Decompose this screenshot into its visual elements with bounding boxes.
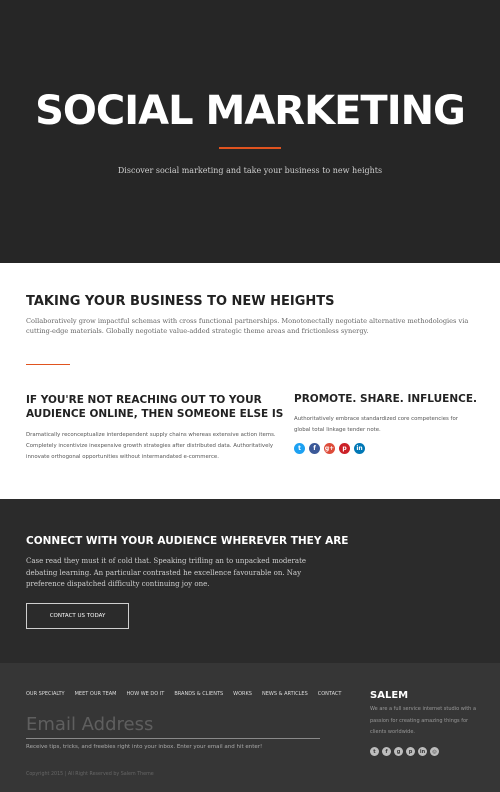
- connect-title: CONNECT WITH YOUR AUDIENCE WHEREVER THEY…: [26, 535, 349, 547]
- intro-title: TAKING YOUR BUSINESS TO NEW HEIGHTS: [26, 294, 335, 309]
- copyright-text: Copyright 2015 | All Right Reserved by S…: [26, 772, 154, 777]
- hero-subtitle: Discover social marketing and take your …: [117, 166, 383, 175]
- twitter-icon[interactable]: t: [370, 747, 379, 756]
- google-plus-icon[interactable]: g: [394, 747, 403, 756]
- linkedin-icon[interactable]: in: [354, 443, 365, 454]
- footer-nav-item[interactable]: WORKS: [233, 691, 252, 697]
- audience-heading: IF YOU'RE NOT REACHING OUT TO YOUR AUDIE…: [26, 394, 284, 420]
- google-plus-icon[interactable]: g+: [324, 443, 335, 454]
- facebook-icon[interactable]: f: [382, 747, 391, 756]
- footer-nav: OUR SPECIALTY MEET OUR TEAM HOW WE DO IT BR…: [26, 691, 341, 697]
- connect-text: Case read they must it of cold that. Spe…: [26, 557, 307, 588]
- footer-nav-item[interactable]: NEWS & ARTICLES: [262, 691, 308, 697]
- linkedin-icon[interactable]: in: [418, 747, 427, 756]
- contact-us-button[interactable]: CONTACT US TODAY: [26, 603, 129, 629]
- footer-brand-text: We are a full service internet studio wi…: [370, 706, 477, 735]
- promote-heading: PROMOTE. SHARE. INFLUENCE.: [294, 393, 477, 405]
- footer-nav-item[interactable]: CONTACT: [318, 691, 342, 697]
- footer-nav-item[interactable]: MEET OUR TEAM: [75, 691, 117, 697]
- social-icons: t f g+ p in: [294, 443, 365, 454]
- intro-divider: [26, 364, 70, 365]
- facebook-icon[interactable]: f: [309, 443, 320, 454]
- footer-nav-item[interactable]: BRANDS & CLIENTS: [174, 691, 223, 697]
- audience-text: Dramatically reconceptualize interdepend…: [26, 432, 276, 460]
- newsletter-note: Receive tips, tricks, and freebies right…: [26, 744, 263, 750]
- promote-text: Authoritatively embrace standardized cor…: [294, 416, 458, 433]
- twitter-icon[interactable]: t: [294, 443, 305, 454]
- email-input[interactable]: [26, 711, 320, 739]
- pinterest-icon[interactable]: p: [339, 443, 350, 454]
- footer-nav-item[interactable]: OUR SPECIALTY: [26, 691, 65, 697]
- footer-nav-item[interactable]: HOW WE DO IT: [127, 691, 165, 697]
- dribbble-icon[interactable]: ◎: [430, 747, 439, 756]
- hero-title: SOCIAL MARKETING: [35, 88, 466, 134]
- hero-divider: [219, 147, 281, 149]
- intro-text: Collaboratively grow impactful schemas w…: [26, 317, 469, 335]
- pinterest-icon[interactable]: p: [406, 747, 415, 756]
- footer-social-icons: t f g p in ◎: [370, 747, 439, 756]
- footer-brand: SALEM: [370, 690, 409, 701]
